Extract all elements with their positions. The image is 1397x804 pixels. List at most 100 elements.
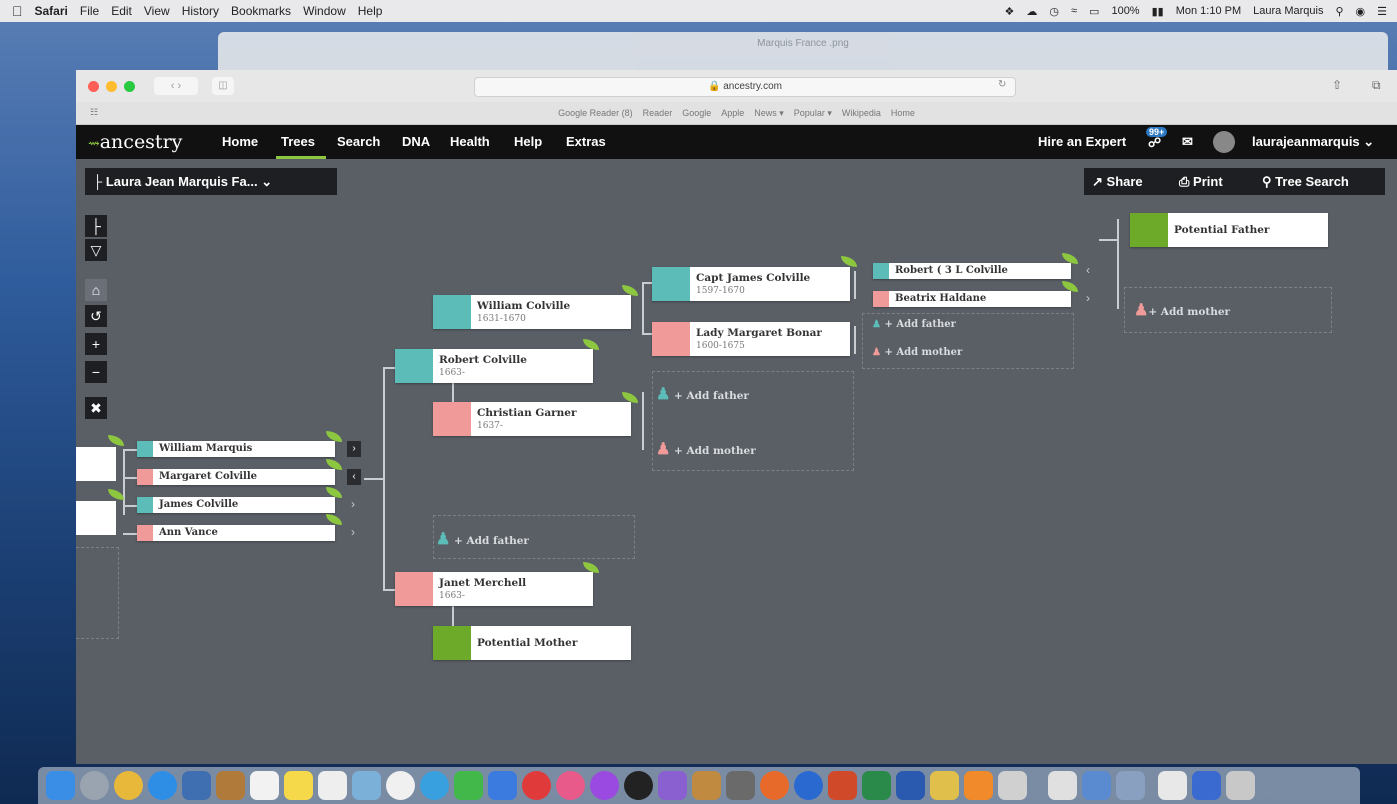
excel-icon[interactable]: [862, 771, 891, 800]
finder-icon[interactable]: [46, 771, 75, 800]
collapse-icon[interactable]: ✖: [85, 397, 107, 419]
reset-icon[interactable]: ↺: [85, 305, 107, 327]
tree-selector-dropdown[interactable]: ├ Laura Jean Marquis Fa... ⌄: [85, 168, 337, 195]
collapse-arrow-icon[interactable]: ‹: [1086, 263, 1090, 277]
tabs-overview-icon[interactable]: ⧉: [1372, 78, 1381, 93]
app-icon[interactable]: [760, 771, 789, 800]
add-mother-button[interactable]: ♟+ Add mother: [1134, 300, 1230, 319]
launchpad-icon[interactable]: [80, 771, 109, 800]
grid-icon[interactable]: ☷: [90, 107, 98, 118]
menu-edit[interactable]: Edit: [111, 4, 132, 18]
back-forward-buttons[interactable]: ‹ ›: [154, 77, 198, 95]
siri-icon[interactable]: ◉: [1356, 5, 1366, 18]
word-icon[interactable]: [896, 771, 925, 800]
nav-help[interactable]: Help: [514, 134, 542, 149]
zoom-in-icon[interactable]: +: [85, 333, 107, 355]
menu-help[interactable]: Help: [358, 4, 383, 18]
calendar-icon[interactable]: [250, 771, 279, 800]
person-card-potential-father[interactable]: Potential Father: [1130, 213, 1328, 247]
nav-home[interactable]: Home: [222, 134, 258, 149]
podcasts-icon[interactable]: [590, 771, 619, 800]
music-icon[interactable]: [556, 771, 585, 800]
menu-bookmarks[interactable]: Bookmarks: [231, 4, 291, 18]
person-card-lady-margaret-bonar[interactable]: Lady Margaret Bonar 1600-1675: [652, 322, 850, 356]
stickies-icon[interactable]: [284, 771, 313, 800]
app-icon[interactable]: [930, 771, 959, 800]
zoom-out-icon[interactable]: −: [85, 361, 107, 383]
app-icon[interactable]: [1082, 771, 1111, 800]
messages-app-icon[interactable]: [420, 771, 449, 800]
person-card-james-colville[interactable]: James Colville: [137, 497, 335, 513]
hint-leaf-icon[interactable]: [841, 256, 857, 267]
hint-leaf-icon[interactable]: [326, 514, 342, 525]
collapse-arrow-icon[interactable]: ‹: [347, 469, 361, 485]
mail-icon[interactable]: [182, 771, 211, 800]
person-card-william-colville[interactable]: William Colville 1631-1670: [433, 295, 631, 329]
safari-icon[interactable]: [148, 771, 177, 800]
person-card-margaret-colville[interactable]: Margaret Colville: [137, 469, 335, 485]
bookmark-popular[interactable]: Popular ▾: [794, 108, 832, 119]
chrome-icon[interactable]: [114, 771, 143, 800]
reminders-icon[interactable]: [318, 771, 347, 800]
expand-arrow-icon[interactable]: ›: [347, 441, 361, 457]
bookmark-google-reader[interactable]: Google Reader (8): [558, 108, 633, 118]
maps-icon[interactable]: [352, 771, 381, 800]
airplay-icon[interactable]: ▭: [1089, 5, 1099, 18]
expand-arrow-icon[interactable]: ›: [351, 525, 355, 539]
close-button[interactable]: [88, 81, 99, 92]
family-view-icon[interactable]: ▽: [85, 239, 107, 261]
app-icon[interactable]: [998, 771, 1027, 800]
menu-app-name[interactable]: Safari: [35, 4, 68, 18]
nav-extras[interactable]: Extras: [566, 134, 606, 149]
menu-clock[interactable]: Mon 1:10 PM: [1176, 5, 1241, 17]
vlc-icon[interactable]: [964, 771, 993, 800]
notification-center-icon[interactable]: ☰: [1377, 5, 1387, 18]
bookmark-apple[interactable]: Apple: [721, 108, 744, 118]
powerpoint-icon[interactable]: [828, 771, 857, 800]
nav-trees[interactable]: Trees: [281, 134, 315, 149]
system-preferences-icon[interactable]: [726, 771, 755, 800]
tv-icon[interactable]: [624, 771, 653, 800]
hire-expert-link[interactable]: Hire an Expert: [1038, 134, 1126, 149]
nav-search[interactable]: Search: [337, 134, 380, 149]
ancestry-logo[interactable]: ⇝ancestry: [88, 131, 182, 153]
menu-view[interactable]: View: [144, 4, 170, 18]
add-mother-button[interactable]: ♟ + Add mother: [656, 439, 756, 458]
trash-icon[interactable]: [1226, 771, 1255, 800]
avatar[interactable]: [1213, 131, 1235, 153]
home-person-card[interactable]: [76, 447, 116, 481]
app-icon[interactable]: [1116, 771, 1145, 800]
apple-icon[interactable]: : [12, 3, 23, 19]
tree-canvas[interactable]: ├ Laura Jean Marquis Fa... ⌄ ↗ Share ⎙ P…: [76, 159, 1397, 764]
bookmark-reader[interactable]: Reader: [643, 108, 673, 118]
share-browser-icon[interactable]: ⇧: [1332, 78, 1342, 92]
time-machine-icon[interactable]: ◷: [1049, 5, 1059, 18]
hint-leaf-icon[interactable]: [108, 435, 124, 446]
battery-percent[interactable]: 100%: [1111, 5, 1139, 17]
bookmark-wikipedia[interactable]: Wikipedia: [842, 108, 881, 118]
dropbox-icon[interactable]: ❖: [1005, 5, 1015, 18]
downloads-folder-icon[interactable]: [1158, 771, 1187, 800]
expand-arrow-icon[interactable]: ›: [351, 497, 355, 511]
person-card-beatrix-haldane[interactable]: Beatrix Haldane: [873, 291, 1071, 307]
person-card-ann-vance[interactable]: Ann Vance: [137, 525, 335, 541]
background-window[interactable]: Marquis France .png: [218, 32, 1388, 72]
zoom-app-icon[interactable]: [488, 771, 517, 800]
person-card-robert-3l-colville[interactable]: Robert ( 3 L Colville: [873, 263, 1071, 279]
zoom-button[interactable]: [124, 81, 135, 92]
expand-arrow-icon[interactable]: ›: [1086, 291, 1090, 305]
bookmark-google[interactable]: Google: [682, 108, 711, 118]
menu-file[interactable]: File: [80, 4, 99, 18]
share-button[interactable]: ↗ Share: [1092, 168, 1143, 195]
address-bar[interactable]: 🔒 ancestry.com: [474, 77, 1016, 97]
app-icon[interactable]: [794, 771, 823, 800]
hint-leaf-icon[interactable]: [108, 489, 124, 500]
menu-user[interactable]: Laura Marquis: [1253, 5, 1323, 17]
preview-icon[interactable]: [692, 771, 721, 800]
username-menu[interactable]: laurajeanmarquis ⌄: [1252, 134, 1374, 150]
person-card-potential-mother[interactable]: Potential Mother: [433, 626, 631, 660]
pedigree-view-icon[interactable]: ├: [85, 215, 107, 237]
cloud-icon[interactable]: ☁: [1026, 5, 1037, 18]
nav-health[interactable]: Health: [450, 134, 490, 149]
messages-icon[interactable]: ✉: [1182, 134, 1193, 150]
